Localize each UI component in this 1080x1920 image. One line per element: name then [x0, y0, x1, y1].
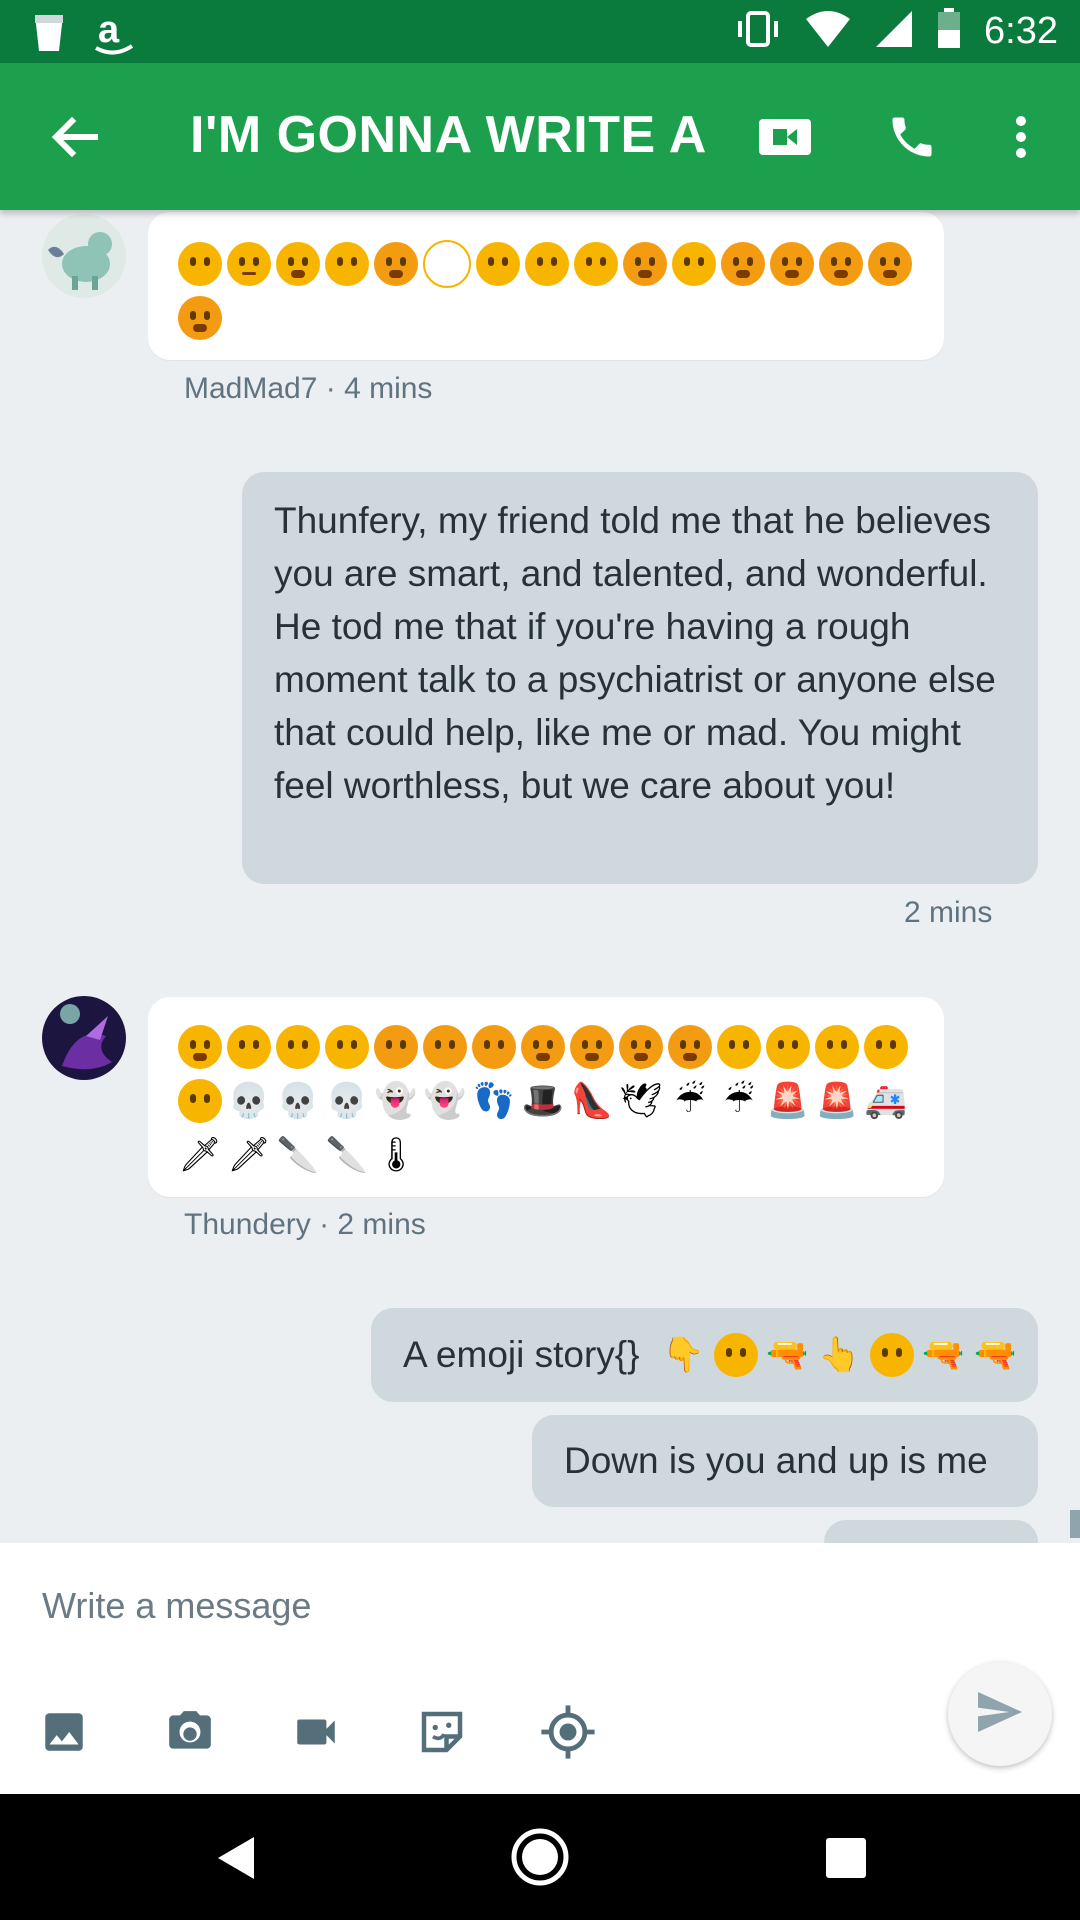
location-icon[interactable]: [536, 1700, 600, 1764]
status-time: 6:32: [984, 10, 1058, 52]
emoji-row: 🗡 🗡 🔪 🔪 🌡: [178, 1131, 908, 1179]
emoji-row: 💀 💀 💀 👻 👻 👣 🎩 👠 🕊 ☔ ☔ 🚨 🚨 🚑: [178, 1077, 908, 1125]
emoji-block: [178, 240, 912, 348]
umbrella-icon: ☔: [723, 1082, 755, 1120]
emoji-row: [178, 294, 912, 342]
amazon-icon: a: [92, 9, 136, 61]
thermometer-icon: 🌡: [374, 1136, 418, 1174]
message-bubble-incoming[interactable]: 💀 💀 💀 👻 👻 👣 🎩 👠 🕊 ☔ ☔ 🚨 🚨 🚑 🗡 🗡 🔪 �: [148, 997, 944, 1197]
phone-icon[interactable]: [884, 109, 940, 165]
conversation-title[interactable]: I'M GONNA WRITE A...: [190, 105, 710, 165]
message-bubble-incoming[interactable]: [148, 212, 944, 360]
skull-icon: 💀: [325, 1082, 369, 1120]
home-circle-icon[interactable]: [508, 1825, 572, 1889]
knife-icon: 🔪: [325, 1136, 369, 1174]
siren-icon: 🚨: [766, 1082, 810, 1120]
pistol-icon: 🔫: [766, 1335, 809, 1374]
message-meta: MadMad7 · 4 mins: [184, 372, 433, 405]
avatar[interactable]: [42, 996, 126, 1080]
cup-icon: [32, 12, 66, 59]
footprints-icon: 👣: [472, 1082, 516, 1120]
avatar[interactable]: [42, 214, 126, 298]
umbrella-icon: ☔: [674, 1082, 706, 1120]
message-time: 2 mins: [904, 896, 993, 929]
emoji-row: [178, 240, 912, 288]
camera-icon[interactable]: [158, 1700, 222, 1764]
send-button[interactable]: [948, 1662, 1052, 1766]
scrollbar[interactable]: [1070, 1510, 1080, 1538]
wifi-icon: [804, 9, 852, 54]
more-vert-icon[interactable]: [1006, 109, 1036, 165]
navigation-bar: [0, 1794, 1080, 1920]
dove-icon: 🕊: [619, 1082, 663, 1120]
message-text: Down is you and up is me: [564, 1440, 988, 1481]
high-heel-icon: 👠: [570, 1082, 614, 1120]
signal-icon: [874, 9, 914, 54]
point-down-icon: 👇: [662, 1335, 705, 1374]
emoji-block: 💀 💀 💀 👻 👻 👣 🎩 👠 🕊 ☔ ☔ 🚨 🚨 🚑 🗡 🗡 🔪 �: [178, 1023, 908, 1185]
message-bubble-outgoing[interactable]: A emoji story{} 👇 🔫 👆 🔫 🔫: [371, 1308, 1038, 1402]
message-bubble-outgoing[interactable]: Down is you and up is me: [532, 1415, 1038, 1507]
video-call-icon[interactable]: [756, 109, 814, 165]
ghost-icon: 👻: [374, 1082, 418, 1120]
video-icon[interactable]: [284, 1700, 348, 1764]
knife-icon: 🔪: [276, 1136, 320, 1174]
status-bar: a 6:32: [0, 0, 1080, 63]
message-text: Thunfery, my friend told me that he beli…: [274, 500, 996, 806]
send-icon: [976, 1690, 1024, 1739]
dagger-icon: 🗡: [178, 1136, 222, 1174]
image-icon[interactable]: [32, 1700, 96, 1764]
message-list[interactable]: MadMad7 · 4 mins Thunfery, my friend tol…: [0, 210, 1080, 1543]
emoji-row: [178, 1023, 908, 1071]
skull-icon: 💀: [227, 1082, 271, 1120]
vibrate-icon: [734, 9, 782, 54]
ghost-icon: 👻: [423, 1082, 467, 1120]
back-triangle-icon[interactable]: [208, 1830, 264, 1886]
skull-icon: 💀: [276, 1082, 320, 1120]
message-bubble-outgoing[interactable]: Thunfery, my friend told me that he beli…: [242, 472, 1038, 884]
battery-icon: [936, 8, 962, 55]
app-bar: I'M GONNA WRITE A...: [0, 63, 1080, 210]
recents-square-icon[interactable]: [818, 1830, 874, 1886]
pistol-icon: 🔫: [922, 1335, 965, 1374]
svg-text:a: a: [98, 10, 120, 51]
message-meta: Thundery · 2 mins: [184, 1208, 426, 1241]
pistol-icon: 🔫: [974, 1335, 1017, 1374]
dagger-icon: 🗡: [227, 1136, 271, 1174]
message-input[interactable]: Write a message: [42, 1585, 311, 1627]
message-text: A emoji story{}: [403, 1334, 640, 1375]
siren-icon: 🚨: [815, 1082, 859, 1120]
top-hat-icon: 🎩: [521, 1082, 565, 1120]
ambulance-icon: 🚑: [864, 1082, 908, 1120]
point-up-icon: 👆: [818, 1335, 861, 1374]
sticker-icon[interactable]: [410, 1700, 474, 1764]
back-arrow-icon[interactable]: [44, 109, 104, 165]
message-bubble-outgoing[interactable]: [824, 1520, 1038, 1543]
